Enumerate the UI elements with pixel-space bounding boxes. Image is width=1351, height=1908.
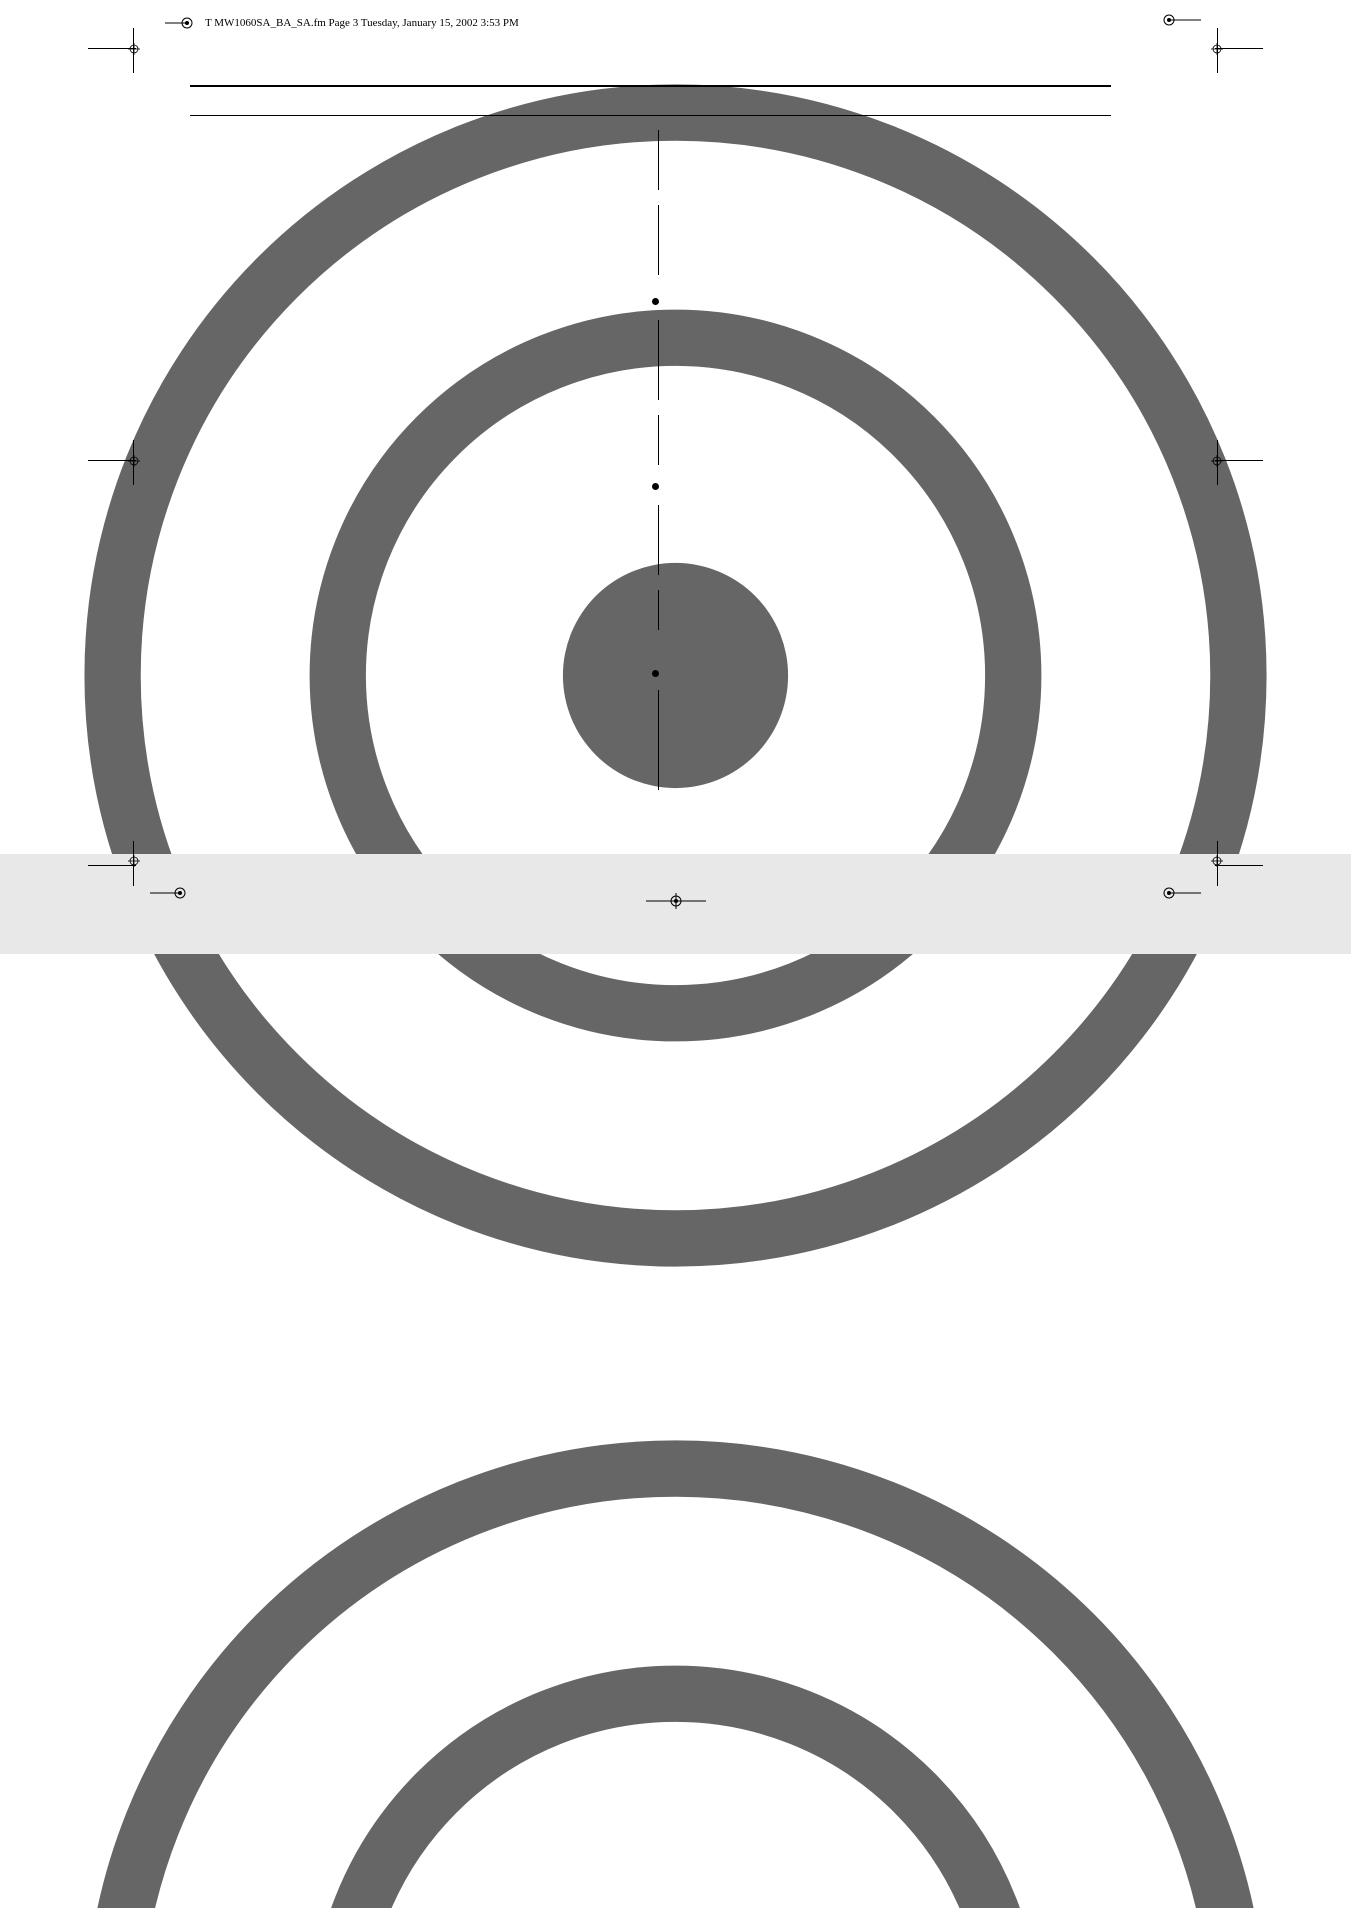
crosshair-icon xyxy=(1211,42,1223,60)
bullet-marker xyxy=(652,483,659,490)
center-divider-segment xyxy=(658,205,659,275)
crosshair-icon xyxy=(150,885,190,906)
header-page-info: T MW1060SA_BA_SA.fm Page 3 Tuesday, Janu… xyxy=(205,17,519,29)
crosshair-icon xyxy=(1161,12,1201,33)
crosshair-icon xyxy=(128,42,140,60)
center-divider-segment xyxy=(658,130,659,190)
divider-top-thick xyxy=(190,85,1111,87)
center-divider-segment xyxy=(658,505,659,575)
crosshair-icon xyxy=(646,893,706,914)
crosshair-icon xyxy=(128,454,140,472)
center-divider-segment xyxy=(658,415,659,465)
center-divider-segment xyxy=(658,320,659,400)
header-crosshair-icon xyxy=(165,15,195,36)
crosshair-icon xyxy=(1161,885,1201,906)
registration-bullseye-icon xyxy=(0,0,1351,1356)
crosshair-icon xyxy=(1211,454,1223,472)
divider-top-thin xyxy=(190,115,1111,116)
bullet-marker xyxy=(652,670,659,677)
center-divider-segment xyxy=(658,590,659,630)
bullet-marker xyxy=(652,298,659,305)
center-divider-segment xyxy=(658,690,659,790)
registration-bullseye-icon xyxy=(0,1356,1351,1908)
crosshair-icon xyxy=(1211,854,1223,872)
crosshair-icon xyxy=(128,854,140,872)
